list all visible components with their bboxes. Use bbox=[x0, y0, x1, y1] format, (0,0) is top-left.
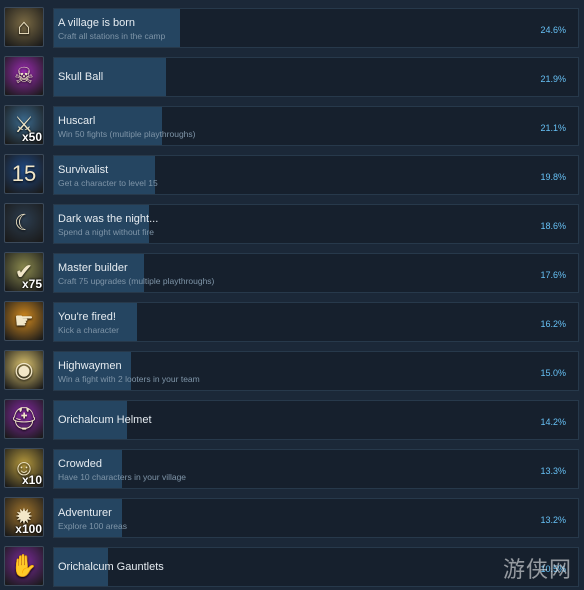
achievement-progress-bar: Highwaymen Win a fight with 2 looters in … bbox=[53, 351, 579, 391]
achievement-title: Huscarl bbox=[58, 115, 96, 127]
achievement-progress-bar: Orichalcum Helmet 14.2% bbox=[53, 400, 579, 440]
gauntlet-icon: ✋ bbox=[4, 546, 44, 586]
achievement-icon-glyph: ◉ bbox=[14, 357, 34, 382]
armored-warrior-icon: ⚔ x50 bbox=[4, 105, 44, 145]
achievement-title: You're fired! bbox=[58, 311, 116, 323]
achievement-row[interactable]: ☠ Skull Ball 21.9% bbox=[0, 54, 584, 98]
achievement-unlock-percent: 13.2% bbox=[540, 515, 566, 525]
achievement-row[interactable]: ☾ Dark was the night... Spend a night with… bbox=[0, 201, 584, 245]
level-15-badge-icon: 15 bbox=[4, 154, 44, 194]
achievement-icon-glyph: ☠ bbox=[14, 63, 34, 88]
achievement-description: Get a character to level 15 bbox=[58, 178, 158, 188]
achievement-description: Kick a character bbox=[58, 325, 119, 335]
loot-bag-icon: ◉ bbox=[4, 350, 44, 390]
achievement-unlock-percent: 14.2% bbox=[540, 417, 566, 427]
achievement-row[interactable]: ✔ x75 Master builder Craft 75 upgrades (mul… bbox=[0, 250, 584, 294]
achievement-row[interactable]: ◉ Highwaymen Win a fight with 2 looters in… bbox=[0, 348, 584, 392]
achievement-icon-glyph: ☾ bbox=[14, 210, 34, 235]
achievement-progress-bar: Orichalcum Gauntlets 10.5% bbox=[53, 547, 579, 587]
achievement-progress-bar: Crowded Have 10 characters in your villag… bbox=[53, 449, 579, 489]
village-hut-icon: ⌂ bbox=[4, 7, 44, 47]
achievement-unlock-percent: 16.2% bbox=[540, 319, 566, 329]
achievement-description: Win a fight with 2 looters in your team bbox=[58, 374, 200, 384]
achievement-row[interactable]: ⛑ Orichalcum Helmet 14.2% bbox=[0, 397, 584, 441]
achievement-row[interactable]: ✋ Orichalcum Gauntlets 10.5% bbox=[0, 544, 584, 588]
achievement-description: Craft all stations in the camp bbox=[58, 31, 166, 41]
achievement-progress-bar: Huscarl Win 50 fights (multiple playthrou… bbox=[53, 106, 579, 146]
achievement-icon-multiplier: x50 bbox=[21, 130, 42, 144]
achievement-unlock-percent: 18.6% bbox=[540, 221, 566, 231]
achievement-unlock-percent: 19.8% bbox=[540, 172, 566, 182]
achievement-title: A village is born bbox=[58, 17, 136, 29]
achievement-progress-bar: Adventurer Explore 100 areas 13.2% bbox=[53, 498, 579, 538]
achievement-progress-bar: Dark was the night... Spend a night witho… bbox=[53, 204, 579, 244]
achievement-title: Orichalcum Helmet bbox=[58, 414, 152, 426]
achievement-icon-multiplier: x100 bbox=[15, 522, 42, 536]
achievement-title: Master builder bbox=[58, 262, 128, 274]
achievement-unlock-percent: 15.0% bbox=[540, 368, 566, 378]
pointing-hand-icon: ☛ bbox=[4, 301, 44, 341]
site-watermark: 游侠网 bbox=[502, 558, 572, 583]
achievement-progress-bar: Survivalist Get a character to level 15 19… bbox=[53, 155, 579, 195]
achievement-unlock-percent: 13.3% bbox=[540, 466, 566, 476]
achievement-row[interactable]: ☺ x10 Crowded Have 10 characters in your vi… bbox=[0, 446, 584, 490]
achievement-unlock-percent: 21.1% bbox=[540, 123, 566, 133]
achievement-title: Survivalist bbox=[58, 164, 109, 176]
skull-icon: ☠ bbox=[4, 56, 44, 96]
achievement-icon-multiplier: x10 bbox=[21, 473, 42, 487]
achievement-icon-glyph: ✋ bbox=[10, 553, 38, 578]
achievement-progress-bar: Master builder Craft 75 upgrades (multipl… bbox=[53, 253, 579, 293]
achievement-description: Have 10 characters in your village bbox=[58, 472, 187, 482]
achievement-description: Craft 75 upgrades (multiple playthroughs… bbox=[58, 276, 215, 286]
achievement-row[interactable]: ☛ You're fired! Kick a character 16.2% bbox=[0, 299, 584, 343]
achievement-row[interactable]: ✹ x100 Adventurer Explore 100 areas 13.2% bbox=[0, 495, 584, 539]
achievement-unlock-percent: 17.6% bbox=[540, 270, 566, 280]
achievement-progress-bar: You're fired! Kick a character 16.2% bbox=[53, 302, 579, 342]
achievement-progress-bar: Skull Ball 21.9% bbox=[53, 57, 579, 97]
night-monster-icon: ☾ bbox=[4, 203, 44, 243]
achievement-icon-glyph: ⛑ bbox=[10, 406, 38, 431]
achievement-title: Crowded bbox=[58, 458, 103, 470]
checklist-grid-icon: ✔ x75 bbox=[4, 252, 44, 292]
achievement-unlock-percent: 24.6% bbox=[540, 25, 566, 35]
achievement-row[interactable]: 15 Survivalist Get a character to level 15… bbox=[0, 152, 584, 196]
achievement-title: Orichalcum Gauntlets bbox=[58, 561, 164, 573]
achievement-icon-multiplier: x75 bbox=[21, 277, 42, 291]
achievement-title: Highwaymen bbox=[58, 360, 122, 372]
achievement-description: Win 50 fights (multiple playthroughs) bbox=[58, 129, 196, 139]
achievement-unlock-percent: 21.9% bbox=[540, 74, 566, 84]
achievement-title: Dark was the night... bbox=[58, 213, 159, 225]
achievement-title: Adventurer bbox=[58, 507, 112, 519]
helmet-icon: ⛑ bbox=[4, 399, 44, 439]
villager-face-icon: ☺ x10 bbox=[4, 448, 44, 488]
compass-map-icon: ✹ x100 bbox=[4, 497, 44, 537]
achievement-title: Skull Ball bbox=[58, 71, 104, 83]
achievement-icon-glyph: ⌂ bbox=[17, 14, 31, 39]
achievement-row[interactable]: ⌂ A village is born Craft all stations in … bbox=[0, 5, 584, 49]
achievement-row[interactable]: ⚔ x50 Huscarl Win 50 fights (multiple playt… bbox=[0, 103, 584, 147]
achievement-description: Spend a night without fire bbox=[58, 227, 154, 237]
achievement-icon-glyph: ☛ bbox=[14, 308, 34, 333]
achievement-icon-glyph: 15 bbox=[11, 161, 37, 186]
achievement-progress-bar: A village is born Craft all stations in t… bbox=[53, 8, 579, 48]
achievement-description: Explore 100 areas bbox=[58, 521, 127, 531]
